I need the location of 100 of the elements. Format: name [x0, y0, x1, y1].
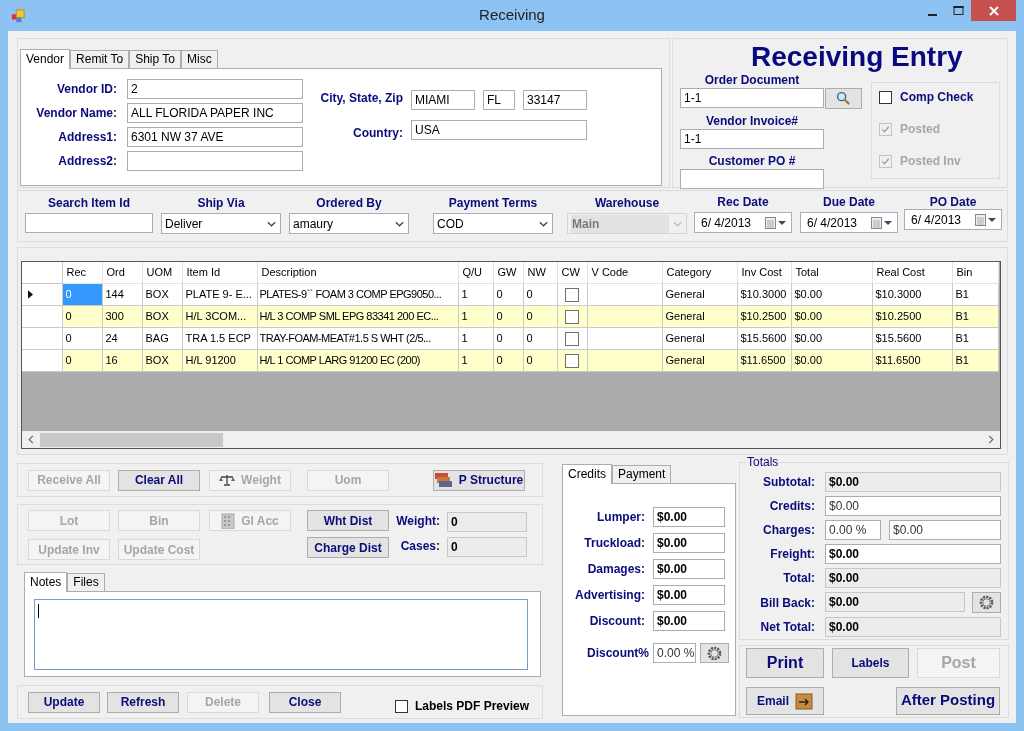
close-button[interactable]: [971, 0, 1016, 21]
maximize-icon[interactable]: [953, 6, 964, 16]
tab[interactable]: Payment: [612, 465, 672, 483]
dropdown[interactable]: amaury: [289, 213, 409, 234]
button[interactable]: Clear All: [118, 469, 200, 491]
tab[interactable]: Credits: [562, 464, 612, 484]
date-picker[interactable]: 6/ 4/2013: [800, 212, 898, 233]
table-cell: B1: [952, 283, 998, 305]
button[interactable]: P Structure: [433, 469, 525, 491]
scrollbar-thumb[interactable]: [40, 432, 223, 447]
button[interactable]: Charge Dist: [307, 537, 389, 558]
search-button[interactable]: [825, 88, 862, 109]
column-header[interactable]: Total: [791, 262, 872, 283]
tab[interactable]: Misc: [181, 50, 218, 68]
tab[interactable]: Notes: [24, 572, 68, 592]
field-label: Warehouse: [594, 196, 660, 210]
column-header[interactable]: Bin: [952, 262, 998, 283]
row-header[interactable]: [22, 283, 62, 305]
tab[interactable]: Remit To: [70, 50, 130, 68]
stacked-cards-icon: [434, 472, 453, 488]
search-field[interactable]: [25, 213, 153, 233]
table-cell: $11.6500: [872, 349, 952, 371]
dropdown[interactable]: Deliver: [161, 213, 281, 234]
text-field[interactable]: $0.00: [825, 544, 1001, 564]
button[interactable]: After Posting: [896, 686, 1000, 715]
field-label: Damages:: [586, 561, 645, 578]
text-field[interactable]: 1-1: [680, 129, 824, 149]
field-label: Discount:: [588, 613, 645, 630]
text-field[interactable]: $0.00: [653, 585, 725, 605]
table-cell: General: [662, 283, 737, 305]
text-field[interactable]: 6301 NW 37 AVE: [127, 127, 303, 147]
column-header[interactable]: GW: [493, 262, 523, 283]
column-header[interactable]: V Code: [587, 262, 662, 283]
settings-button[interactable]: [700, 643, 729, 663]
dropdown[interactable]: COD: [433, 213, 553, 234]
notes-field[interactable]: [34, 599, 528, 670]
checkbox[interactable]: [565, 309, 579, 324]
date-picker[interactable]: 6/ 4/2013: [694, 212, 792, 233]
checkbox[interactable]: [879, 90, 892, 104]
text-field[interactable]: [127, 151, 303, 171]
checkbox[interactable]: [395, 699, 408, 713]
table-cell: B1: [952, 327, 998, 349]
tab[interactable]: Vendor: [20, 49, 71, 69]
gear-icon: [707, 645, 722, 661]
column-header[interactable]: Rec: [62, 262, 102, 283]
button[interactable]: Print: [746, 648, 824, 678]
text-field[interactable]: $0.00: [653, 533, 725, 553]
date-picker[interactable]: 6/ 4/2013: [904, 209, 1002, 230]
column-header[interactable]: Category: [662, 262, 737, 283]
button[interactable]: Wht Dist: [307, 510, 389, 531]
column-header[interactable]: Ord: [102, 262, 142, 283]
text-field[interactable]: 0.00 %: [653, 643, 696, 663]
text-field[interactable]: $0.00: [653, 559, 725, 579]
column-header[interactable]: CW: [557, 262, 587, 283]
tab[interactable]: Ship To: [129, 50, 181, 68]
table-cell: General: [662, 305, 737, 327]
field-label: PO Date: [929, 195, 977, 209]
button[interactable]: Update: [28, 691, 100, 713]
column-header[interactable]: Inv Cost: [737, 262, 791, 283]
field-label: Total:: [782, 570, 815, 587]
text-field[interactable]: $0.00: [889, 520, 1001, 540]
column-header[interactable]: UOM: [142, 262, 182, 283]
check-icon: [881, 124, 890, 134]
text-field[interactable]: 2: [127, 79, 303, 99]
text-field[interactable]: 1-1: [680, 88, 824, 108]
text-field[interactable]: 33147: [523, 90, 587, 110]
text-field[interactable]: [680, 169, 824, 189]
text-field[interactable]: $0.00: [825, 496, 1001, 516]
text-field[interactable]: MIAMI: [411, 90, 475, 110]
check-icon: [881, 156, 890, 166]
readonly-field: 0: [447, 512, 527, 532]
table-cell: $0.00: [791, 283, 872, 305]
settings-button[interactable]: [972, 592, 1001, 613]
field-label: Customer PO #: [707, 154, 797, 168]
chevron-down-icon: [673, 220, 682, 227]
button[interactable]: Email: [746, 686, 824, 715]
table-cell: 1: [458, 349, 493, 371]
button[interactable]: Labels: [832, 648, 909, 678]
text-field[interactable]: $0.00: [653, 611, 725, 631]
horizontal-scrollbar[interactable]: [22, 431, 1000, 448]
checkbox[interactable]: [565, 287, 579, 302]
text-field[interactable]: 0.00 %: [825, 520, 881, 540]
table-cell: PLATE 9- E...: [182, 283, 257, 305]
readonly-field: 0: [447, 537, 527, 557]
button[interactable]: Refresh: [107, 691, 179, 713]
checkbox[interactable]: [565, 353, 579, 368]
table-cell: $11.6500: [737, 349, 791, 371]
column-header[interactable]: NW: [523, 262, 557, 283]
text-field[interactable]: USA: [411, 120, 587, 140]
column-header[interactable]: Item Id: [182, 262, 257, 283]
text-field[interactable]: ALL FLORIDA PAPER INC: [127, 103, 303, 123]
button[interactable]: Close: [269, 691, 341, 713]
tab[interactable]: Files: [67, 573, 105, 591]
column-header[interactable]: Real Cost: [872, 262, 952, 283]
text-field[interactable]: FL: [483, 90, 515, 110]
text-field[interactable]: $0.00: [653, 507, 725, 527]
checkbox[interactable]: [565, 331, 579, 346]
chevron-down-icon: [539, 220, 548, 227]
column-header[interactable]: Description: [257, 262, 458, 283]
column-header[interactable]: Q/U: [458, 262, 493, 283]
